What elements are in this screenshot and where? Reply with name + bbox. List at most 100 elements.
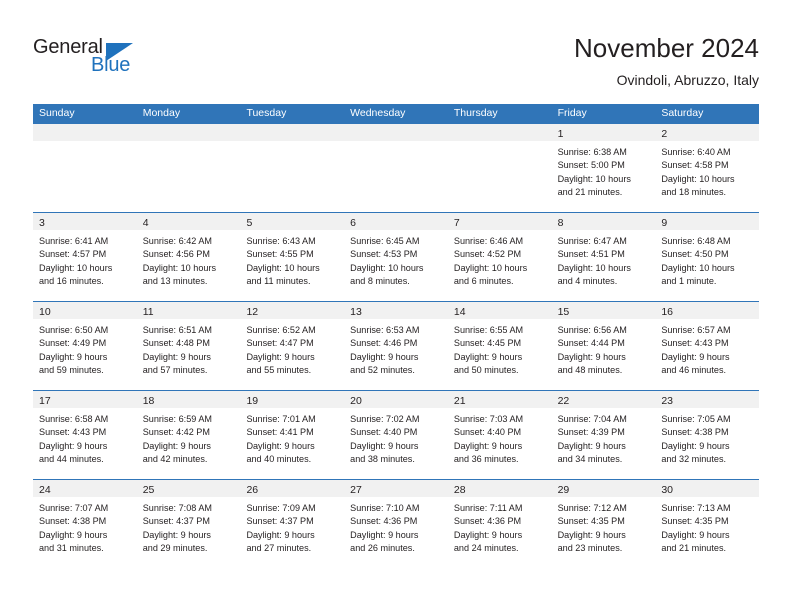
day-cell[interactable]: 17 Sunrise: 6:58 AM Sunset: 4:43 PM Dayl… [33, 391, 137, 479]
day-cell[interactable]: 4 Sunrise: 6:42 AM Sunset: 4:56 PM Dayli… [136, 213, 241, 301]
daylight-text-line1: Daylight: 9 hours [142, 440, 211, 451]
day-number: 18 [142, 395, 155, 407]
sunset-text: Sunset: 4:39 PM [557, 427, 625, 438]
title-block: November 2024 Ovindoli, Abruzzo, Italy [574, 32, 759, 90]
day-number-strip: 27 [344, 480, 448, 497]
daylight-text-line2: and 6 minutes. [453, 275, 514, 286]
day-cell[interactable]: 16 Sunrise: 6:57 AM Sunset: 4:43 PM Dayl… [655, 302, 760, 390]
page-subtitle-location: Ovindoli, Abruzzo, Italy [616, 72, 759, 88]
day-number-strip: 10 [33, 302, 137, 319]
day-cell[interactable] [344, 124, 448, 212]
page-header: General Blue November 2024 Ovindoli, Abr… [0, 0, 792, 100]
day-cell[interactable]: 8 Sunrise: 6:47 AM Sunset: 4:51 PM Dayli… [551, 213, 656, 301]
day-body: Sunrise: 7:08 AM Sunset: 4:37 PM Dayligh… [137, 497, 241, 555]
sunrise-text: Sunrise: 7:04 AM [557, 414, 627, 424]
daylight-text-line2: and 24 minutes. [453, 542, 519, 553]
day-body [448, 141, 552, 146]
day-cell[interactable] [447, 124, 552, 212]
sunrise-text: Sunrise: 6:52 AM [246, 325, 316, 335]
day-cell[interactable]: 20 Sunrise: 7:02 AM Sunset: 4:40 PM Dayl… [344, 391, 448, 479]
sunset-text: Sunset: 4:58 PM [661, 160, 729, 171]
day-cell[interactable]: 29 Sunrise: 7:12 AM Sunset: 4:35 PM Dayl… [551, 480, 656, 568]
day-cell[interactable]: 23 Sunrise: 7:05 AM Sunset: 4:38 PM Dayl… [655, 391, 760, 479]
day-cell[interactable] [240, 124, 345, 212]
day-cell[interactable]: 22 Sunrise: 7:04 AM Sunset: 4:39 PM Dayl… [551, 391, 656, 479]
day-cell[interactable] [136, 124, 241, 212]
sunset-text: Sunset: 5:00 PM [557, 160, 625, 171]
day-number-strip: 30 [655, 480, 760, 497]
day-cell[interactable]: 9 Sunrise: 6:48 AM Sunset: 4:50 PM Dayli… [655, 213, 760, 301]
day-cell[interactable]: 7 Sunrise: 6:46 AM Sunset: 4:52 PM Dayli… [447, 213, 552, 301]
day-cell[interactable]: 21 Sunrise: 7:03 AM Sunset: 4:40 PM Dayl… [447, 391, 552, 479]
day-cell[interactable]: 1 Sunrise: 6:38 AM Sunset: 5:00 PM Dayli… [551, 124, 656, 212]
sunset-text: Sunset: 4:50 PM [661, 249, 729, 260]
day-cell[interactable]: 6 Sunrise: 6:45 AM Sunset: 4:53 PM Dayli… [344, 213, 448, 301]
sunrise-text: Sunrise: 6:51 AM [142, 325, 212, 335]
day-number-strip: 12 [240, 302, 345, 319]
day-body: Sunrise: 6:52 AM Sunset: 4:47 PM Dayligh… [240, 319, 344, 377]
sunset-text: Sunset: 4:47 PM [246, 338, 314, 349]
day-number-strip [447, 124, 552, 141]
day-cell[interactable]: 10 Sunrise: 6:50 AM Sunset: 4:49 PM Dayl… [33, 302, 137, 390]
day-number: 29 [557, 484, 570, 496]
daylight-text-line2: and 27 minutes. [246, 542, 312, 553]
sunrise-text: Sunrise: 7:03 AM [453, 414, 524, 424]
day-cell[interactable]: 14 Sunrise: 6:55 AM Sunset: 4:45 PM Dayl… [447, 302, 552, 390]
daylight-text-line1: Daylight: 10 hours [557, 173, 631, 184]
sunrise-text: Sunrise: 7:02 AM [350, 414, 420, 424]
day-number-strip: 16 [655, 302, 760, 319]
day-cell[interactable]: 27 Sunrise: 7:10 AM Sunset: 4:36 PM Dayl… [344, 480, 448, 568]
daylight-text-line2: and 16 minutes. [39, 275, 104, 286]
daylight-text-line1: Daylight: 9 hours [39, 440, 108, 451]
day-cell[interactable]: 28 Sunrise: 7:11 AM Sunset: 4:36 PM Dayl… [447, 480, 552, 568]
day-cell[interactable]: 25 Sunrise: 7:08 AM Sunset: 4:37 PM Dayl… [136, 480, 241, 568]
day-body: Sunrise: 6:46 AM Sunset: 4:52 PM Dayligh… [448, 230, 552, 288]
day-body: Sunrise: 6:53 AM Sunset: 4:46 PM Dayligh… [344, 319, 448, 377]
daylight-text-line1: Daylight: 9 hours [661, 440, 730, 451]
day-body: Sunrise: 6:59 AM Sunset: 4:42 PM Dayligh… [137, 408, 241, 466]
day-cell[interactable]: 12 Sunrise: 6:52 AM Sunset: 4:47 PM Dayl… [240, 302, 345, 390]
day-cell[interactable]: 26 Sunrise: 7:09 AM Sunset: 4:37 PM Dayl… [240, 480, 345, 568]
day-cell[interactable]: 2 Sunrise: 6:40 AM Sunset: 4:58 PM Dayli… [655, 124, 760, 212]
day-number-strip: 14 [447, 302, 552, 319]
day-number-strip [344, 124, 448, 141]
day-cell[interactable]: 18 Sunrise: 6:59 AM Sunset: 4:42 PM Dayl… [136, 391, 241, 479]
day-number: 6 [350, 217, 356, 229]
day-body: Sunrise: 7:03 AM Sunset: 4:40 PM Dayligh… [448, 408, 552, 466]
day-body: Sunrise: 6:41 AM Sunset: 4:57 PM Dayligh… [33, 230, 137, 288]
day-body: Sunrise: 6:56 AM Sunset: 4:44 PM Dayligh… [552, 319, 656, 377]
day-number-strip: 26 [240, 480, 345, 497]
day-cell[interactable]: 24 Sunrise: 7:07 AM Sunset: 4:38 PM Dayl… [33, 480, 137, 568]
day-body: Sunrise: 6:38 AM Sunset: 5:00 PM Dayligh… [552, 141, 656, 199]
day-number: 3 [39, 217, 45, 229]
sunset-text: Sunset: 4:48 PM [142, 338, 210, 349]
day-cell[interactable]: 13 Sunrise: 6:53 AM Sunset: 4:46 PM Dayl… [344, 302, 448, 390]
day-number: 10 [39, 306, 51, 318]
sunrise-text: Sunrise: 6:56 AM [557, 325, 627, 335]
weekday-header-tuesday: Tuesday [246, 107, 287, 119]
general-blue-logo[interactable]: General Blue [33, 36, 193, 84]
day-number: 15 [557, 306, 570, 318]
day-body: Sunrise: 7:07 AM Sunset: 4:38 PM Dayligh… [33, 497, 137, 555]
sunset-text: Sunset: 4:37 PM [246, 516, 314, 527]
calendar-week-row: 24 Sunrise: 7:07 AM Sunset: 4:38 PM Dayl… [33, 479, 760, 568]
daylight-text-line1: Daylight: 9 hours [350, 351, 419, 362]
day-cell[interactable]: 30 Sunrise: 7:13 AM Sunset: 4:35 PM Dayl… [655, 480, 760, 568]
daylight-text-line1: Daylight: 9 hours [557, 440, 626, 451]
day-cell[interactable]: 11 Sunrise: 6:51 AM Sunset: 4:48 PM Dayl… [136, 302, 241, 390]
day-cell[interactable]: 5 Sunrise: 6:43 AM Sunset: 4:55 PM Dayli… [240, 213, 345, 301]
daylight-text-line1: Daylight: 10 hours [557, 262, 631, 273]
weekday-header-thursday: Thursday [453, 107, 498, 119]
day-cell[interactable]: 19 Sunrise: 7:01 AM Sunset: 4:41 PM Dayl… [240, 391, 345, 479]
sunrise-text: Sunrise: 6:48 AM [661, 236, 731, 246]
day-number-strip: 19 [240, 391, 345, 408]
day-number: 24 [39, 484, 51, 496]
day-body [137, 141, 241, 146]
day-body: Sunrise: 6:55 AM Sunset: 4:45 PM Dayligh… [448, 319, 552, 377]
day-cell[interactable]: 3 Sunrise: 6:41 AM Sunset: 4:57 PM Dayli… [33, 213, 137, 301]
day-cell[interactable] [33, 124, 137, 212]
sunset-text: Sunset: 4:40 PM [350, 427, 418, 438]
day-number-strip: 4 [136, 213, 241, 230]
day-cell[interactable]: 15 Sunrise: 6:56 AM Sunset: 4:44 PM Dayl… [551, 302, 656, 390]
day-number: 19 [246, 395, 259, 407]
